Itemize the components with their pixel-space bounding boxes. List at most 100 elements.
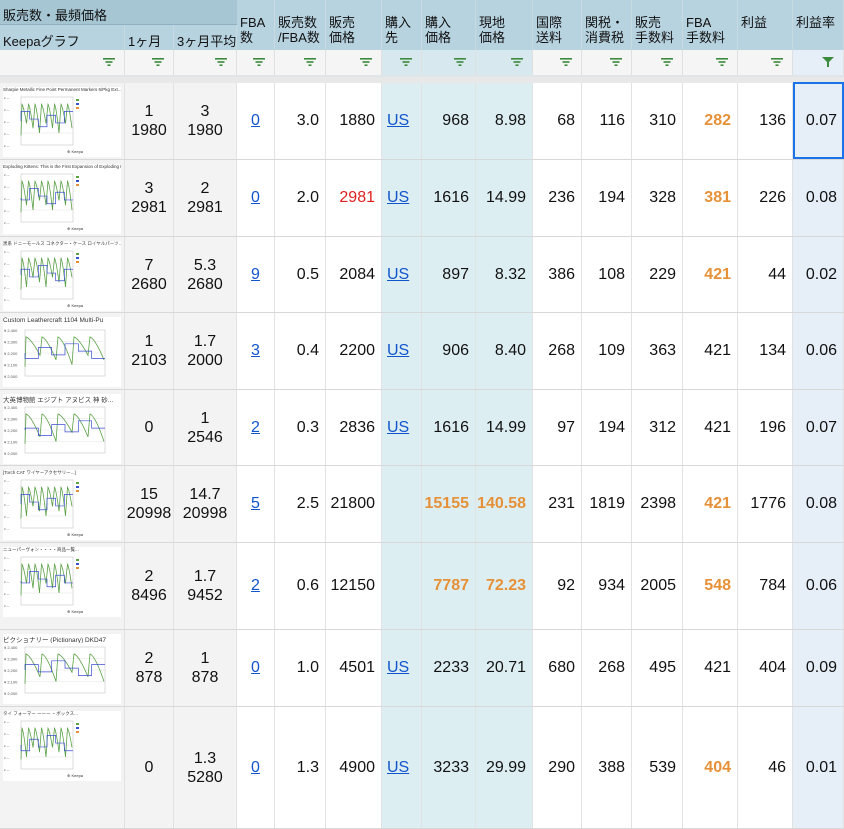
cell-rate[interactable]: 0.08 xyxy=(793,466,844,542)
cell-m3[interactable]: 1 2546 xyxy=(174,390,237,465)
cell-src[interactable]: US xyxy=(382,390,422,465)
cell-rate[interactable]: 0.06 xyxy=(793,313,844,389)
cell-graph[interactable]: 大英博物館 エジプト アヌビス 神 砂... ¥ 2,400 ¥ 2,300 ¥ 2,… xyxy=(0,390,125,465)
cell-fee[interactable]: 2398 xyxy=(632,466,683,542)
cell-fee[interactable]: 328 xyxy=(632,160,683,236)
keepa-graph-thumbnail[interactable]: ニューパーヴォン・・・・商品一覧... ¥ — ¥ — ¥ — ¥ — ¥ — ⊕ Keep… xyxy=(3,547,121,617)
cell-fba[interactable]: 0 xyxy=(237,630,275,706)
cell-m1[interactable]: 0 xyxy=(125,707,174,828)
column-header-src[interactable]: 購入 先 xyxy=(382,0,422,50)
cell-fee[interactable]: 229 xyxy=(632,237,683,312)
cell-ship[interactable]: 92 xyxy=(533,543,582,629)
cell-tax[interactable]: 108 xyxy=(582,237,632,312)
fba-count-link[interactable]: 5 xyxy=(251,495,260,513)
cell-profit[interactable]: 1776 xyxy=(738,466,793,542)
source-link[interactable]: US xyxy=(387,419,409,437)
cell-buy[interactable]: 2233 xyxy=(422,630,476,706)
cell-sell[interactable]: 2836 xyxy=(326,390,382,465)
cell-fbafee[interactable]: 421 xyxy=(683,630,738,706)
cell-m1[interactable]: 1 1980 xyxy=(125,83,174,159)
cell-sell[interactable]: 2981 xyxy=(326,160,382,236)
cell-fbafee[interactable]: 548 xyxy=(683,543,738,629)
cell-profit[interactable]: 404 xyxy=(738,630,793,706)
cell-src[interactable]: US xyxy=(382,237,422,312)
cell-local[interactable]: 72.23 xyxy=(476,543,533,629)
cell-ratio[interactable]: 1.3 xyxy=(275,707,326,828)
cell-rate[interactable]: 0.01 xyxy=(793,707,844,828)
cell-m1[interactable]: 3 2981 xyxy=(125,160,174,236)
cell-m3[interactable]: 3 1980 xyxy=(174,83,237,159)
cell-m3[interactable]: 5.3 2680 xyxy=(174,237,237,312)
cell-rate[interactable]: 0.08 xyxy=(793,160,844,236)
cell-profit[interactable]: 46 xyxy=(738,707,793,828)
cell-src[interactable]: US xyxy=(382,313,422,389)
source-link[interactable]: US xyxy=(387,189,409,207)
cell-ratio[interactable]: 0.4 xyxy=(275,313,326,389)
cell-m1[interactable]: 2 8496 xyxy=(125,543,174,629)
cell-rate[interactable]: 0.02 xyxy=(793,237,844,312)
cell-ship[interactable]: 97 xyxy=(533,390,582,465)
cell-fee[interactable]: 310 xyxy=(632,83,683,159)
cell-ship[interactable]: 68 xyxy=(533,83,582,159)
filter-icon[interactable] xyxy=(303,57,317,67)
column-header-ship[interactable]: 国際 送料 xyxy=(533,0,582,50)
cell-ship[interactable]: 680 xyxy=(533,630,582,706)
filter-icon[interactable] xyxy=(151,57,165,67)
cell-m3[interactable]: 1.3 5280 xyxy=(174,707,237,828)
cell-graph[interactable]: ピクショナリー (Pictionary) DKD47 ¥ 2,400 ¥ 2,300… xyxy=(0,630,125,706)
column-header-tax[interactable]: 関税・ 消費税 xyxy=(582,0,632,50)
cell-m3[interactable]: 1.7 2000 xyxy=(174,313,237,389)
cell-tax[interactable]: 1819 xyxy=(582,466,632,542)
cell-m3[interactable]: 2 2981 xyxy=(174,160,237,236)
cell-fee[interactable]: 539 xyxy=(632,707,683,828)
cell-sell[interactable]: 21800 xyxy=(326,466,382,542)
cell-fba[interactable]: 0 xyxy=(237,707,275,828)
keepa-graph-thumbnail[interactable]: タイ フォーマー ーーー ・ボックス... ¥ — ¥ — ¥ — ¥ — ¥ — ⊕ Ke… xyxy=(3,711,121,781)
cell-m1[interactable]: 0 xyxy=(125,390,174,465)
cell-m1[interactable]: 1 2103 xyxy=(125,313,174,389)
column-header-graph[interactable]: Keepaグラフ xyxy=(0,25,125,50)
filter-icon[interactable] xyxy=(453,57,467,67)
cell-ratio[interactable]: 2.0 xyxy=(275,160,326,236)
cell-ratio[interactable]: 3.0 xyxy=(275,83,326,159)
cell-profit[interactable]: 136 xyxy=(738,83,793,159)
keepa-graph-thumbnail[interactable]: ピクショナリー (Pictionary) DKD47 ¥ 2,400 ¥ 2,300… xyxy=(3,634,121,704)
cell-local[interactable]: 140.58 xyxy=(476,466,533,542)
keepa-graph-thumbnail[interactable]: 大英博物館 エジプト アヌビス 神 砂... ¥ 2,400 ¥ 2,300 ¥ 2,… xyxy=(3,394,121,464)
cell-profit[interactable]: 196 xyxy=(738,390,793,465)
cell-rate[interactable]: 0.06 xyxy=(793,543,844,629)
cell-graph[interactable]: Custom Leathercraft 1104 Multi-Pu ¥ 2,400… xyxy=(0,313,125,389)
cell-fba[interactable]: 5 xyxy=(237,466,275,542)
column-header-ratio[interactable]: 販売数 /FBA数 xyxy=(275,0,326,50)
column-header-fba[interactable]: FBA 数 xyxy=(237,0,275,50)
cell-tax[interactable]: 116 xyxy=(582,83,632,159)
filter-icon[interactable] xyxy=(214,57,228,67)
cell-profit[interactable]: 44 xyxy=(738,237,793,312)
cell-sell[interactable]: 12150 xyxy=(326,543,382,629)
cell-local[interactable]: 8.98 xyxy=(476,83,533,159)
cell-fba[interactable]: 3 xyxy=(237,313,275,389)
cell-ship[interactable]: 231 xyxy=(533,466,582,542)
cell-fbafee[interactable]: 404 xyxy=(683,707,738,828)
cell-sell[interactable]: 4501 xyxy=(326,630,382,706)
cell-m1[interactable]: 15 20998 xyxy=(125,466,174,542)
column-header-sell[interactable]: 販売 価格 xyxy=(326,0,382,50)
filter-icon[interactable] xyxy=(399,57,413,67)
filter-icon[interactable] xyxy=(770,57,784,67)
keepa-graph-thumbnail[interactable]: Exploding Kittens: This is the First Exp… xyxy=(3,164,121,234)
filter-icon[interactable] xyxy=(359,57,373,67)
cell-fbafee[interactable]: 421 xyxy=(683,237,738,312)
cell-rate[interactable]: 0.09 xyxy=(793,630,844,706)
cell-buy[interactable]: 897 xyxy=(422,237,476,312)
column-header-local[interactable]: 現地 価格 xyxy=(476,0,533,50)
cell-tax[interactable]: 109 xyxy=(582,313,632,389)
cell-local[interactable]: 14.99 xyxy=(476,160,533,236)
cell-ratio[interactable]: 0.3 xyxy=(275,390,326,465)
cell-tax[interactable]: 934 xyxy=(582,543,632,629)
keepa-graph-thumbnail[interactable]: Sharpie Metallic Fine Point Permanent Ma… xyxy=(3,87,121,157)
filter-icon[interactable] xyxy=(510,57,524,67)
fba-count-link[interactable]: 0 xyxy=(251,189,260,207)
fba-count-link[interactable]: 3 xyxy=(251,342,260,360)
cell-local[interactable]: 29.99 xyxy=(476,707,533,828)
filter-icon[interactable] xyxy=(660,57,674,67)
